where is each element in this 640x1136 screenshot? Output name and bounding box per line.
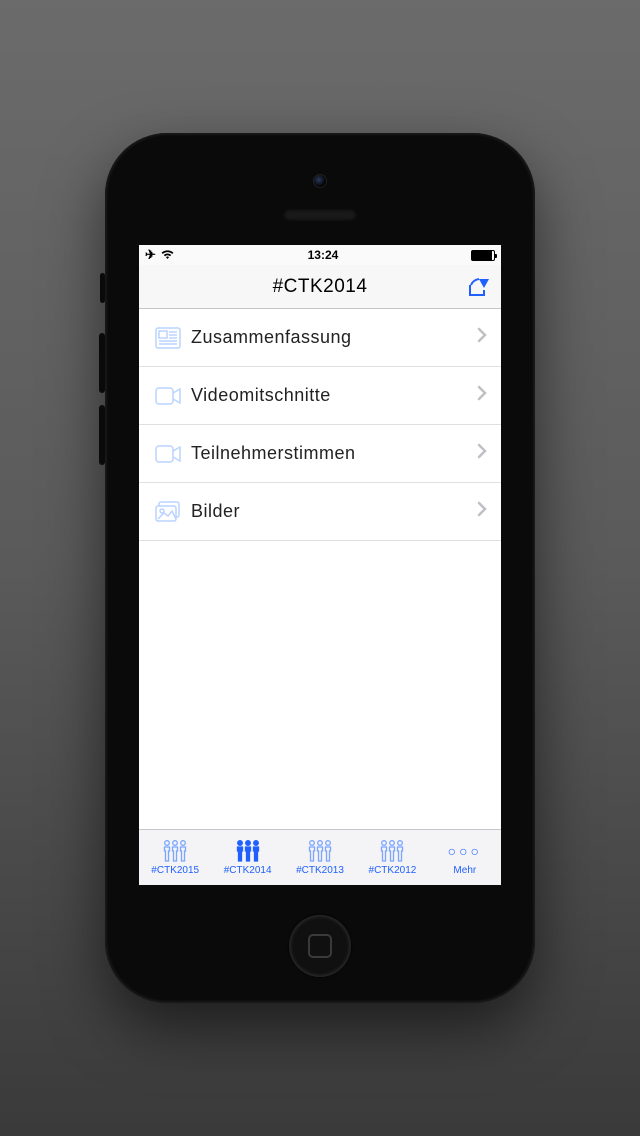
phone-camera bbox=[314, 175, 326, 187]
people-icon bbox=[158, 839, 192, 863]
phone-frame: ✈ 13:24 #CTK2014 bbox=[105, 133, 535, 1003]
navigation-bar: #CTK2014 bbox=[139, 265, 501, 309]
chevron-right-icon bbox=[477, 501, 487, 522]
menu-item-summary[interactable]: Zusammenfassung bbox=[139, 309, 501, 367]
share-button[interactable] bbox=[467, 265, 491, 308]
tab-ctk2014[interactable]: #CTK2014 bbox=[211, 830, 283, 885]
tab-label: #CTK2013 bbox=[296, 865, 344, 876]
images-icon bbox=[151, 501, 185, 523]
tab-label: #CTK2012 bbox=[369, 865, 417, 876]
menu-item-images[interactable]: Bilder bbox=[139, 483, 501, 541]
battery-icon bbox=[471, 250, 495, 261]
phone-mute-switch bbox=[100, 273, 105, 303]
chevron-right-icon bbox=[477, 385, 487, 406]
people-icon bbox=[231, 839, 265, 863]
wifi-icon bbox=[160, 248, 175, 263]
content-area: Zusammenfassung Videomitschnitte bbox=[139, 309, 501, 829]
menu-item-videos[interactable]: Videomitschnitte bbox=[139, 367, 501, 425]
video-icon bbox=[151, 387, 185, 405]
people-icon bbox=[375, 839, 409, 863]
phone-volume-down bbox=[99, 405, 105, 465]
menu-item-voices[interactable]: Teilnehmerstimmen bbox=[139, 425, 501, 483]
menu-item-label: Zusammenfassung bbox=[185, 327, 477, 348]
people-icon bbox=[303, 839, 337, 863]
status-time: 13:24 bbox=[308, 248, 339, 262]
video-icon bbox=[151, 445, 185, 463]
tab-ctk2013[interactable]: #CTK2013 bbox=[284, 830, 356, 885]
tab-ctk2015[interactable]: #CTK2015 bbox=[139, 830, 211, 885]
status-bar: ✈ 13:24 bbox=[139, 245, 501, 265]
tab-ctk2012[interactable]: #CTK2012 bbox=[356, 830, 428, 885]
tab-label: #CTK2015 bbox=[151, 865, 199, 876]
news-icon bbox=[151, 327, 185, 349]
chevron-right-icon bbox=[477, 443, 487, 464]
phone-home-button bbox=[289, 915, 351, 977]
menu-item-label: Videomitschnitte bbox=[185, 385, 477, 406]
menu-item-label: Teilnehmerstimmen bbox=[185, 443, 477, 464]
chevron-right-icon bbox=[477, 327, 487, 348]
menu-item-label: Bilder bbox=[185, 501, 477, 522]
tab-bar: #CTK2015 #CTK2014 bbox=[139, 829, 501, 885]
airplane-mode-icon: ✈ bbox=[145, 247, 156, 263]
tab-more[interactable]: ○○○ Mehr bbox=[429, 830, 501, 885]
tab-label: Mehr bbox=[453, 865, 476, 876]
page-title: #CTK2014 bbox=[273, 276, 368, 298]
screen: ✈ 13:24 #CTK2014 bbox=[139, 245, 501, 885]
tab-label: #CTK2014 bbox=[224, 865, 272, 876]
phone-volume-up bbox=[99, 333, 105, 393]
more-icon: ○○○ bbox=[448, 839, 482, 863]
